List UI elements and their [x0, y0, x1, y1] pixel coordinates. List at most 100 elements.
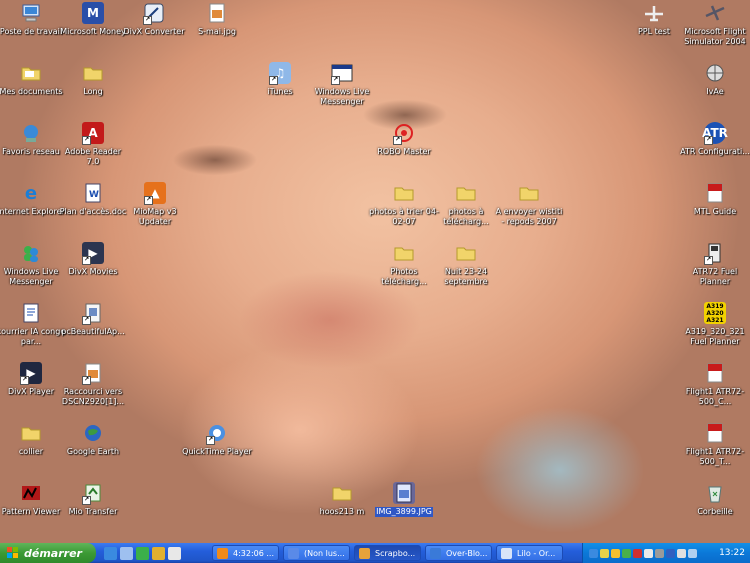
tray-icon[interactable] — [666, 548, 675, 558]
desktop-icon-plan-acces-doc[interactable]: W Plan d'accès.doc — [58, 182, 128, 217]
window-icon — [359, 548, 370, 559]
task-button[interactable]: 4:32:06 ... — [212, 545, 279, 561]
desktop-icon-photos-telecharges[interactable]: Photos télécharg... — [369, 242, 439, 287]
desktop-icon-photos-a-telecharger[interactable]: photos à télécharg... — [431, 182, 501, 227]
desktop-icon-collier[interactable]: collier — [0, 422, 66, 457]
desktop-icon-atr72-fuel-planner[interactable]: ↗ ATR72 Fuel Planner — [680, 242, 750, 287]
target-icon: ↗ — [393, 122, 415, 145]
tray-icon[interactable] — [600, 548, 609, 558]
itunes-icon: ♫ ↗ — [269, 62, 291, 85]
desktop-icon-flight-simulator[interactable]: Microsoft Flight Simulator 2004 — [680, 2, 750, 47]
desktop-icon-ppl-test[interactable]: PPL test — [619, 2, 689, 37]
desktop-icon-img-3899[interactable]: IMG_3899.JPG — [369, 482, 439, 517]
task-button[interactable]: Lilo - Or... — [496, 545, 563, 561]
task-button[interactable]: Scrapbo... — [354, 545, 421, 561]
fuel-planner-icon: ↗ — [704, 242, 726, 265]
desktop-icon-long[interactable]: Long — [58, 62, 128, 97]
desktop-icon-s-mai[interactable]: S-mai.jpg — [182, 2, 252, 37]
desktop-icon-favoris-reseau[interactable]: Favoris reseau — [0, 122, 66, 157]
window-icon — [501, 548, 512, 559]
desktop-icon-a319-fuel-planner[interactable]: A319 A320 A321 A319_320_321 Fuel Planner — [680, 302, 750, 347]
folder-icon — [518, 182, 540, 204]
pattern-viewer-icon — [20, 482, 42, 504]
desktop-icon-mtl-guide[interactable]: MTL Guide — [680, 182, 750, 217]
desktop-icon-flight1-atr72-c[interactable]: Flight1 ATR72-500_C... — [680, 362, 750, 407]
start-label: démarrer — [24, 546, 82, 560]
desktop-icon-quicktime[interactable]: ↗ QuickTime Player — [182, 422, 252, 457]
task-button[interactable]: (Non lus... — [283, 545, 350, 561]
task-button[interactable]: Over-Blo... — [425, 545, 492, 561]
tray-icon[interactable] — [644, 548, 653, 558]
desktop-icon-ivae[interactable]: IvAe — [680, 62, 750, 97]
start-button[interactable]: démarrer — [0, 543, 96, 563]
desktop-icon-adobe-reader[interactable]: A ↗ Adobe Reader 7.0 — [58, 122, 128, 167]
task-label: Over-Blo... — [446, 549, 488, 558]
ivae-icon — [704, 62, 726, 84]
desktop-icon-itunes[interactable]: ♫ ↗ iTunes — [245, 62, 315, 97]
word-doc-icon: W — [82, 182, 104, 204]
desktop-icon-messenger-window[interactable]: ↗ Windows Live Messenger — [307, 62, 377, 107]
desktop-icon-pcbeautiful[interactable]: ↗ pcBeautifulAp... — [58, 302, 128, 337]
folder-icon — [455, 182, 477, 204]
tray-icon[interactable] — [633, 548, 642, 558]
desktop-icon-flight1-atr72-t[interactable]: Flight1 ATR72-500_T... — [680, 422, 750, 467]
desktop-icon-robo-master[interactable]: ↗ ROBO Master — [369, 122, 439, 157]
tray-icon[interactable] — [688, 548, 697, 558]
desktop-icon-microsoft-money[interactable]: M Microsoft Money — [58, 2, 128, 37]
desktop-icon-photos-a-trier[interactable]: photos à trier 04-02-07 — [369, 182, 439, 227]
desktop-icon-corbeille[interactable]: Corbeille — [680, 482, 750, 517]
winamp-quicklaunch-icon[interactable] — [152, 546, 165, 560]
folder-icon — [82, 62, 104, 84]
desktop-icon-a-envoyer[interactable]: A envoyer wistiti - repods 2007 — [494, 182, 564, 227]
tray-icon[interactable] — [622, 548, 631, 558]
desktop-icon-poste-de-travail[interactable]: Poste de travail — [0, 2, 66, 37]
desktop-icon-divx-converter[interactable]: ↗ DivX Converter — [119, 2, 189, 37]
clock[interactable]: 13:22 — [719, 543, 745, 563]
desktop-icon-pattern-viewer[interactable]: Pattern Viewer — [0, 482, 66, 517]
divx-player-icon: ▶ ↗ — [20, 362, 42, 385]
window-icon — [288, 548, 299, 559]
media-quicklaunch-icon[interactable] — [168, 546, 181, 560]
folder-icon — [20, 62, 42, 84]
plane-icon — [704, 2, 726, 24]
task-label: 4:32:06 ... — [233, 549, 275, 558]
window-icon — [217, 548, 228, 559]
task-label: (Non lus... — [304, 549, 345, 558]
desktop-icon-raccourci-dscn[interactable]: ↗ Raccourci vers DSCN2920[1]... — [58, 362, 128, 407]
tray-icon[interactable] — [677, 548, 686, 558]
tray-icon[interactable] — [589, 548, 598, 558]
divx-converter-icon: ↗ — [143, 2, 165, 25]
folder-icon — [455, 242, 477, 264]
messenger-quicklaunch-icon[interactable] — [136, 546, 149, 560]
desktop-icon-mes-documents[interactable]: Mes documents — [0, 62, 66, 97]
folder-icon — [331, 482, 353, 504]
desktop-icon-google-earth[interactable]: Google Earth — [58, 422, 128, 457]
desktop-icon-divx-movies[interactable]: ▶ ↗ DivX Movies — [58, 242, 128, 277]
windows-logo-icon — [7, 547, 19, 559]
ie-quicklaunch-icon[interactable] — [104, 546, 117, 560]
jpg-file-icon — [206, 2, 228, 24]
mio-transfer-icon: ↗ — [82, 482, 104, 505]
atr-icon: ATR ↗ — [702, 122, 728, 145]
desktop-icon-mio-transfer[interactable]: ↗ Mio Transfer — [58, 482, 128, 517]
desktop-quicklaunch-icon[interactable] — [120, 546, 133, 560]
messenger-icon — [20, 242, 42, 264]
pdf-icon — [704, 362, 726, 384]
plane-icon — [643, 2, 665, 24]
desktop-icon-windows-live-messenger[interactable]: Windows Live Messenger — [0, 242, 66, 287]
tray-icon[interactable] — [611, 548, 620, 558]
desktop-icon-internet-explorer[interactable]: e Internet Explorer — [0, 182, 66, 217]
quicktime-icon: ↗ — [206, 422, 228, 445]
app-icon: ↗ — [82, 302, 104, 325]
quick-launch — [104, 545, 181, 561]
desktop-icon-miomap-updater[interactable]: ▲ ↗ MioMap v3 Updater — [120, 182, 190, 227]
tray-icon[interactable] — [655, 548, 664, 558]
desktop-icon-atr-configuration[interactable]: ATR ↗ ATR Configurati... — [680, 122, 750, 157]
desktop-icon-nuit-23-24[interactable]: Nuit 23-24 septembre — [431, 242, 501, 287]
desktop-icon-hoos213[interactable]: hoos213 m — [307, 482, 377, 517]
desktop-icon-divx-player[interactable]: ▶ ↗ DivX Player — [0, 362, 66, 397]
task-label: Lilo - Or... — [517, 549, 556, 558]
airbus-fuel-icon: A319 A320 A321 — [704, 302, 726, 324]
system-tray: 13:22 — [582, 543, 750, 563]
desktop-icon-courrier-ia[interactable]: courrier IA conge par... — [0, 302, 66, 347]
